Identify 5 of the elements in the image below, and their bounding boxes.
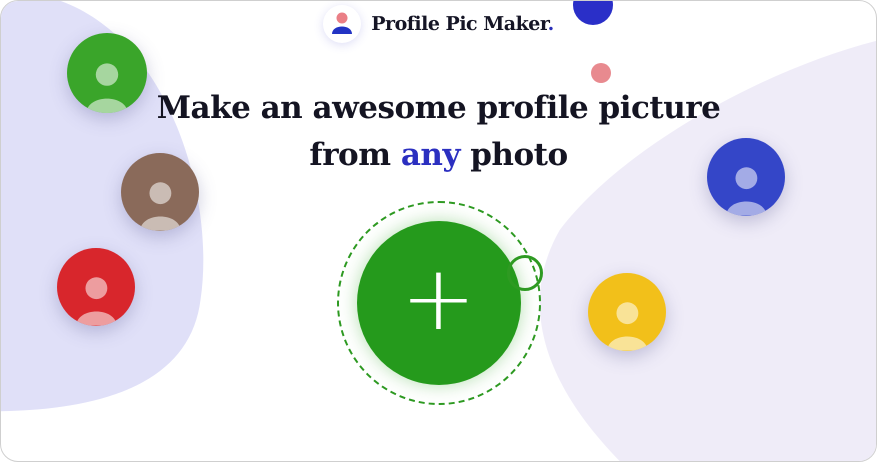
- logo-icon: [323, 5, 362, 43]
- brand-name: Profile Pic Maker.: [371, 13, 554, 35]
- decorative-dot: [591, 63, 611, 83]
- headline: Make an awesome profile picture from any photo: [156, 89, 720, 175]
- upload-button[interactable]: +: [356, 221, 520, 385]
